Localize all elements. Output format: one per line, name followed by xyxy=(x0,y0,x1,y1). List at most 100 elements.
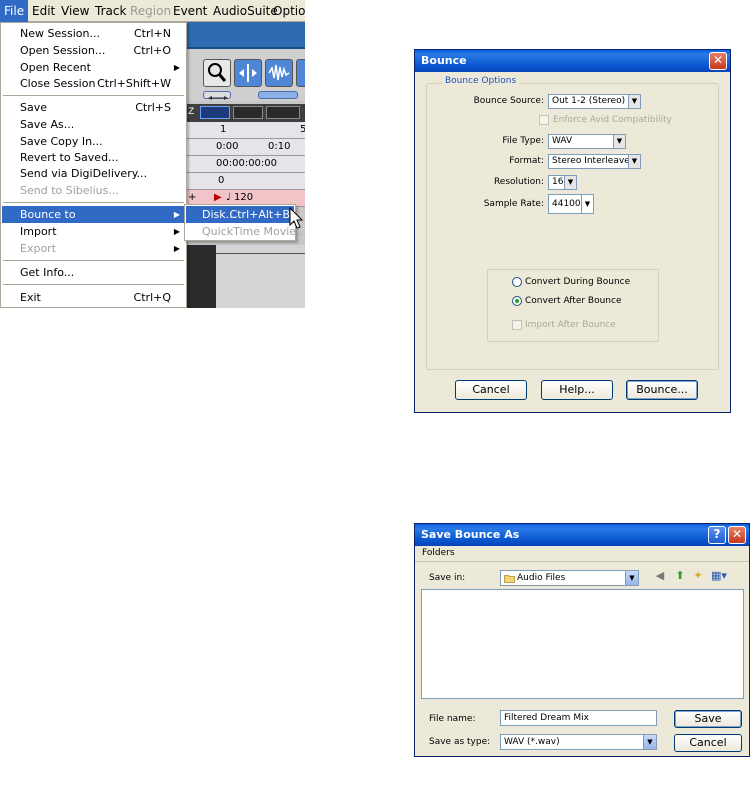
menu-view[interactable]: View xyxy=(57,0,93,22)
pro-tools-title-strip xyxy=(186,22,305,49)
menu-item-label: Send via DigiDelivery... xyxy=(20,167,148,180)
bounce-source-value: Out 1-2 (Stereo) xyxy=(552,96,626,106)
menu-item-label: Save As... xyxy=(20,118,75,131)
file-menu-dropdown: New Session... Ctrl+N Open Session... Ct… xyxy=(0,22,187,308)
back-icon[interactable]: ◀ xyxy=(653,569,667,583)
resolution-label: Resolution: xyxy=(493,177,544,187)
up-folder-icon[interactable]: ⬆ xyxy=(673,569,687,583)
edit-mode-button[interactable] xyxy=(200,106,230,119)
track-area[interactable] xyxy=(186,245,305,308)
menu-option[interactable]: Option xyxy=(269,0,305,22)
bounce-source-select[interactable]: Out 1-2 (Stereo) ▼ xyxy=(548,94,641,109)
grabber-tool-button[interactable] xyxy=(296,59,305,87)
folders-menu[interactable]: Folders xyxy=(422,548,455,558)
counter-ruler[interactable]: 00:00:00:00 xyxy=(186,156,305,173)
menu-item-open-recent[interactable]: Open Recent ▶ xyxy=(2,59,185,76)
timecode-10: 0:10 xyxy=(268,141,291,152)
menu-item-send-via-digidelivery[interactable]: Send via DigiDelivery... xyxy=(2,165,185,182)
help-icon[interactable]: ? xyxy=(708,526,726,544)
file-type-value: WAV xyxy=(552,136,573,146)
grid-mode-button[interactable] xyxy=(233,106,263,119)
menu-item-export[interactable]: Export ▶ xyxy=(2,240,185,257)
menu-file[interactable]: File xyxy=(0,0,29,22)
pro-tools-toolbar xyxy=(186,49,305,101)
menu-item-bounce-to[interactable]: Bounce to ▶ xyxy=(2,206,185,223)
menu-item-save-copy-in[interactable]: Save Copy In... xyxy=(2,133,185,150)
zoom-tool-button[interactable] xyxy=(203,59,231,87)
import-after-checkbox[interactable] xyxy=(512,320,522,330)
save-button[interactable]: Save xyxy=(674,710,742,728)
trim-tool-button[interactable] xyxy=(234,59,262,87)
menu-item-label: Revert to Saved... xyxy=(20,151,119,164)
convert-during-radio[interactable] xyxy=(512,277,522,287)
save-in-label: Save in: xyxy=(429,573,466,583)
chevron-down-icon: ▼ xyxy=(643,735,656,749)
submenu-item-disk[interactable]: Disk... Ctrl+Alt+B xyxy=(186,206,294,223)
menu-item-shortcut: Ctrl+Shift+W xyxy=(97,77,171,90)
bounce-dialog-titlebar[interactable]: Bounce xyxy=(415,50,730,72)
view-menu-icon[interactable]: ▦▾ xyxy=(709,569,729,583)
chevron-down-icon: ▼ xyxy=(628,155,640,168)
menu-region[interactable]: Region xyxy=(126,0,175,22)
link-mode-button[interactable] xyxy=(266,106,300,119)
save-as-type-select[interactable]: WAV (*.wav) ▼ xyxy=(500,734,657,750)
menu-track[interactable]: Track xyxy=(91,0,130,22)
track-header-strip xyxy=(186,245,216,308)
file-type-select[interactable]: WAV ▼ xyxy=(548,134,626,149)
menu-item-open-session[interactable]: Open Session... Ctrl+O xyxy=(2,42,185,59)
cancel-button[interactable]: Cancel xyxy=(455,380,527,400)
file-list[interactable] xyxy=(421,589,744,699)
sample-rate-select[interactable]: 44100 ▼ xyxy=(548,194,594,214)
file-name-label: File name: xyxy=(429,714,476,724)
enforce-avid-checkbox[interactable] xyxy=(539,115,549,125)
menu-item-shortcut: Ctrl+S xyxy=(135,101,171,114)
chevron-down-icon: ▼ xyxy=(581,195,593,213)
menu-item-exit[interactable]: Exit Ctrl+Q xyxy=(2,289,185,306)
timecode-0: 0:00 xyxy=(216,141,239,152)
bounce-options-title: Bounce Options xyxy=(442,76,520,86)
menu-item-label: New Session... xyxy=(20,27,100,40)
close-icon[interactable]: ✕ xyxy=(709,52,727,70)
menu-item-new-session[interactable]: New Session... Ctrl+N xyxy=(2,25,185,42)
timecode-ruler[interactable]: 0:00 0:10 xyxy=(186,139,305,156)
folder-icon xyxy=(504,575,515,583)
bounce-button[interactable]: Bounce... xyxy=(626,380,698,400)
menu-item-save[interactable]: Save Ctrl+S xyxy=(2,99,185,116)
menu-event[interactable]: Event xyxy=(169,0,211,22)
convert-after-radio[interactable] xyxy=(512,296,522,306)
resolution-value: 16 xyxy=(552,177,564,187)
cancel-button[interactable]: Cancel xyxy=(674,734,742,752)
submenu-item-quicktime-movie[interactable]: QuickTime Movie... xyxy=(186,223,305,240)
menu-edit[interactable]: Edit xyxy=(28,0,59,22)
menu-item-save-as[interactable]: Save As... xyxy=(2,116,185,133)
file-name-input[interactable]: Filtered Dream Mix xyxy=(500,710,657,726)
save-in-select[interactable]: Audio Files ▼ xyxy=(500,570,639,586)
track-divider xyxy=(216,253,305,254)
pro-tools-menu-region: Z 1 5 0:00 0:10 00:00:00:00 0 + ▶ ♩ 120 … xyxy=(0,0,305,308)
waveform-icon xyxy=(268,64,290,81)
save-in-value: Audio Files xyxy=(517,573,566,583)
menu-item-send-to-sibelius[interactable]: Send to Sibelius... xyxy=(2,182,185,199)
menubar: File Edit View Track Region Event AudioS… xyxy=(0,0,305,22)
resolution-select[interactable]: 16 ▼ xyxy=(548,175,577,190)
save-dialog-titlebar[interactable]: Save Bounce As xyxy=(415,524,749,546)
menu-item-close-session[interactable]: Close Session Ctrl+Shift+W xyxy=(2,75,185,92)
menu-item-revert-to-saved[interactable]: Revert to Saved... xyxy=(2,149,185,166)
chevron-down-icon: ▼ xyxy=(628,95,640,108)
menu-item-get-info[interactable]: Get Info... xyxy=(2,264,185,281)
new-folder-icon[interactable]: ✦ xyxy=(691,569,705,583)
submenu-arrow-icon: ▶ xyxy=(173,210,180,219)
chevron-down-icon: ▼ xyxy=(564,176,576,189)
file-name-value: Filtered Dream Mix xyxy=(504,713,589,723)
tool-mode-bar[interactable] xyxy=(258,91,298,99)
dialog-title: Save Bounce As xyxy=(421,528,520,541)
help-button[interactable]: Help... xyxy=(541,380,613,400)
menu-item-import[interactable]: Import ▶ xyxy=(2,223,185,240)
format-select[interactable]: Stereo Interleaved ▼ xyxy=(548,154,641,169)
close-icon[interactable]: ✕ xyxy=(728,526,746,544)
meter-ruler[interactable]: 0 xyxy=(186,173,305,190)
bars-ruler[interactable]: 1 5 xyxy=(186,122,305,139)
submenu-arrow-icon: ▶ xyxy=(173,63,180,72)
zoom-preset-bar[interactable] xyxy=(203,91,231,100)
selector-tool-button[interactable] xyxy=(265,59,293,87)
